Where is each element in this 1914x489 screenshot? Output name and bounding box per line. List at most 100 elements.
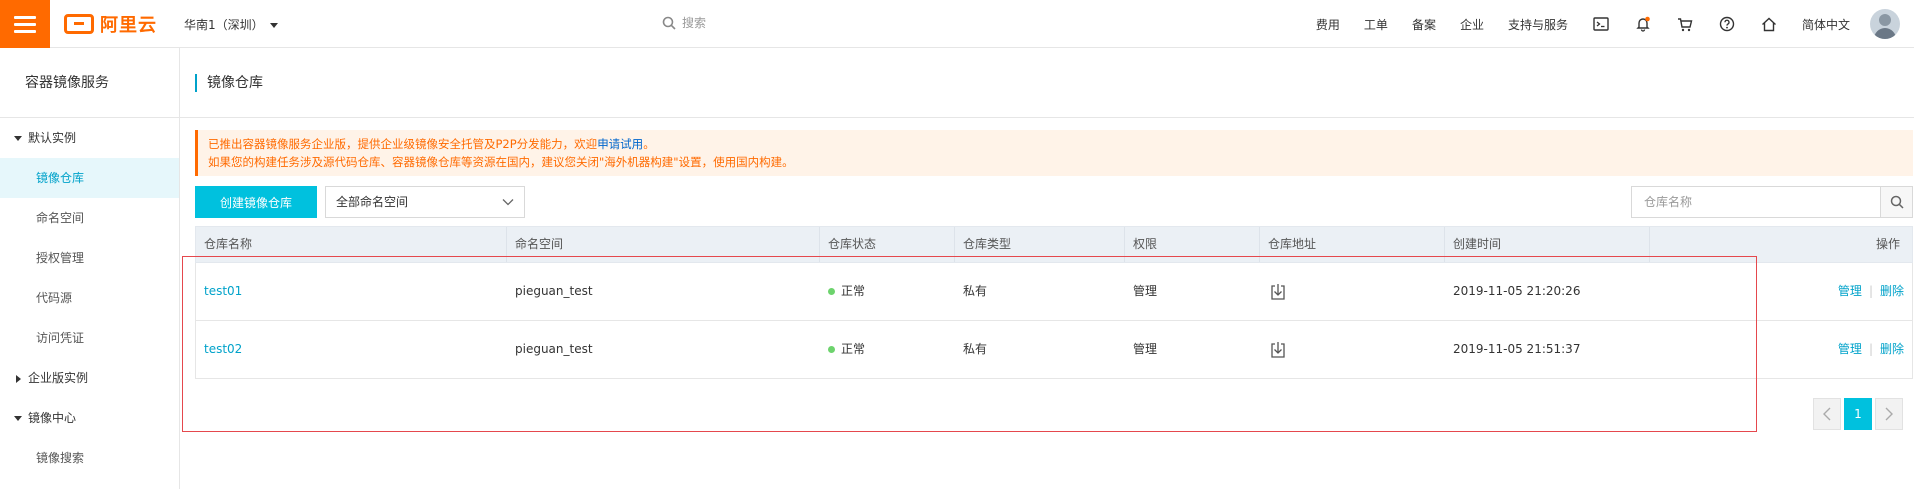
address-cell [1260,263,1445,320]
page-header: 镜像仓库 [180,48,1914,118]
top-navigation-bar: 阿里云 华南1（深圳） 搜索 费用 工单 备案 企业 支持与服务 简体中文 [0,0,1914,48]
search-icon [662,16,676,30]
column-header-address: 仓库地址 [1260,227,1445,262]
repository-name-link[interactable]: test01 [204,284,242,298]
repository-search-input[interactable] [1632,187,1880,217]
apply-trial-link[interactable]: 申请试用 [597,137,643,151]
sidebar-item-repositories[interactable]: 镜像仓库 [0,158,179,198]
terminal-icon[interactable] [1580,17,1622,31]
created-time-cell: 2019-11-05 21:51:37 [1453,342,1581,356]
user-avatar[interactable] [1870,9,1900,39]
actions-cell: 管理 | 删除 [1650,321,1912,378]
sidebar-group-label: 企业版实例 [28,371,89,385]
sidebar-item-namespaces[interactable]: 命名空间 [0,198,179,238]
help-icon[interactable] [1706,16,1748,32]
download-icon[interactable] [1270,283,1286,301]
delete-link[interactable]: 删除 [1880,342,1904,356]
status-dot-icon [828,288,835,295]
nav-tickets[interactable]: 工单 [1352,16,1400,33]
region-selector[interactable]: 华南1（深圳） [184,16,278,33]
region-label: 华南1（深圳） [184,18,264,32]
address-cell [1260,321,1445,378]
triangle-down-icon [14,136,22,141]
sidebar-group-enterprise-instance[interactable]: 企业版实例 [0,358,179,398]
sidebar-group-label: 默认实例 [28,131,77,145]
sidebar-group-image-center[interactable]: 镜像中心 [0,398,179,438]
create-repository-button[interactable]: 创建镜像仓库 [195,186,317,218]
aliyun-logo[interactable]: 阿里云 [64,12,157,36]
nav-enterprise[interactable]: 企业 [1448,16,1496,33]
bell-icon[interactable] [1622,16,1664,32]
global-search-placeholder: 搜索 [682,16,707,30]
title-accent-bar [195,74,197,92]
column-header-permission: 权限 [1125,227,1260,262]
repository-search [1631,186,1913,218]
sidebar-item-authorization[interactable]: 授权管理 [0,238,179,278]
manage-link[interactable]: 管理 [1838,284,1862,298]
namespace-select[interactable]: 全部命名空间 [325,186,525,218]
page-title: 镜像仓库 [207,75,263,91]
search-icon [1890,195,1904,209]
status-text: 正常 [841,284,866,298]
home-icon[interactable] [1748,17,1790,32]
created-time-cell: 2019-11-05 21:20:26 [1453,284,1581,298]
download-icon[interactable] [1270,341,1286,359]
search-button[interactable] [1880,187,1912,217]
delete-link[interactable]: 删除 [1880,284,1904,298]
aliyun-logo-mark [64,14,94,34]
menu-icon[interactable] [0,0,50,48]
notice-line-1: 已推出容器镜像服务企业版，提供企业级镜像安全托管及P2P分发能力，欢迎申请试用。 [208,135,1903,153]
triangle-right-icon [16,374,21,383]
nav-icp-filing[interactable]: 备案 [1400,16,1448,33]
sidebar-group-label: 镜像中心 [28,411,77,425]
table-row: test02 pieguan_test 正常 私有 管理 2019-11-05 … [195,321,1913,379]
prev-page-button[interactable] [1813,398,1841,430]
chevron-down-icon [502,199,514,206]
namespace-cell: pieguan_test [515,342,593,356]
triangle-down-icon [14,416,22,421]
top-right-links: 费用 工单 备案 企业 支持与服务 简体中文 [1304,0,1914,48]
column-header-name: 仓库名称 [196,227,507,262]
manage-link[interactable]: 管理 [1838,342,1862,356]
status-dot-icon [828,346,835,353]
type-cell: 私有 [963,342,988,356]
toolbar: 创建镜像仓库 全部命名空间 [195,186,1913,218]
type-cell: 私有 [963,284,988,298]
action-separator: | [1868,284,1873,298]
logo-text: 阿里云 [100,15,157,36]
notice-text-end: 。 [643,137,655,151]
repository-name-link[interactable]: test02 [204,342,242,356]
chevron-left-icon [1823,407,1831,421]
nav-support[interactable]: 支持与服务 [1496,16,1580,33]
notice-line-2: 如果您的构建任务涉及源代码仓库、容器镜像仓库等资源在国内，建议您关闭"海外机器构… [208,155,794,169]
sidebar-item-image-search[interactable]: 镜像搜索 [0,438,179,478]
permission-cell: 管理 [1133,284,1158,298]
sidebar-group-default-instance[interactable]: 默认实例 [0,118,179,158]
column-header-type: 仓库类型 [955,227,1125,262]
chevron-right-icon [1885,407,1893,421]
table-row: test01 pieguan_test 正常 私有 管理 2019-11-05 … [195,263,1913,321]
nav-billing[interactable]: 费用 [1304,16,1352,33]
notice-banner: 已推出容器镜像服务企业版，提供企业级镜像安全托管及P2P分发能力，欢迎申请试用。… [195,130,1913,176]
table-header: 仓库名称 命名空间 仓库状态 仓库类型 权限 仓库地址 创建时间 操作 [195,226,1913,263]
cart-icon[interactable] [1664,17,1706,32]
namespace-cell: pieguan_test [515,284,593,298]
pagination: 1 [1813,398,1903,430]
status-text: 正常 [841,342,866,356]
language-selector[interactable]: 简体中文 [1790,16,1862,33]
column-header-status: 仓库状态 [820,227,955,262]
global-search[interactable]: 搜索 [662,14,706,31]
status-cell: 正常 [820,263,955,320]
sidebar: 容器镜像服务 默认实例 镜像仓库 命名空间 授权管理 代码源 访问凭证 企业版实… [0,48,180,489]
sidebar-item-access-credentials[interactable]: 访问凭证 [0,318,179,358]
notice-text: 已推出容器镜像服务企业版，提供企业级镜像安全托管及P2P分发能力，欢迎 [208,137,598,151]
permission-cell: 管理 [1133,342,1158,356]
repository-table: 仓库名称 命名空间 仓库状态 仓库类型 权限 仓库地址 创建时间 操作 test… [195,226,1913,379]
action-separator: | [1868,342,1873,356]
sidebar-item-code-source[interactable]: 代码源 [0,278,179,318]
sidebar-title: 容器镜像服务 [0,48,179,118]
next-page-button[interactable] [1875,398,1903,430]
actions-cell: 管理 | 删除 [1650,263,1912,320]
page-number-button[interactable]: 1 [1844,398,1872,430]
column-header-created: 创建时间 [1445,227,1650,262]
